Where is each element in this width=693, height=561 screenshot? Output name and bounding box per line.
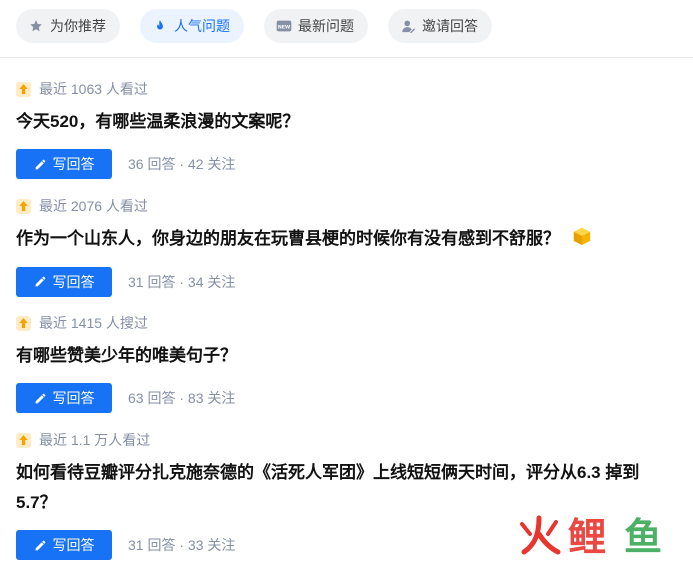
answer-follow-stats: 31 回答 · 34 关注	[128, 273, 236, 290]
question-meta: 最近 1063 人看过	[16, 79, 676, 99]
pencil-icon	[35, 540, 45, 550]
box-emoji-icon	[572, 225, 592, 255]
answer-follow-stats: 63 回答 · 83 关注	[128, 390, 236, 406]
tab-label: 人气问题	[174, 18, 230, 34]
view-count: 最近 1063 人看过	[39, 81, 148, 97]
tab-popular[interactable]: 人气问题	[140, 9, 244, 43]
write-answer-label: 写回答	[52, 273, 95, 290]
hot-arrow-icon	[16, 81, 31, 97]
write-answer-button[interactable]: 写回答	[16, 266, 112, 297]
write-answer-label: 写回答	[52, 156, 95, 172]
watermark-logo: 鲤 鱼	[516, 510, 681, 559]
question-meta: 最近 1415 人搜过	[16, 313, 676, 333]
new-icon: NEW	[276, 18, 292, 34]
question-actions: 写回答 63 回答 · 83 关注	[16, 383, 676, 413]
tab-latest[interactable]: NEW 最新问题	[264, 9, 368, 43]
answer-follow-stats: 31 回答 · 33 关注	[128, 537, 236, 553]
write-answer-button[interactable]: 写回答	[16, 383, 112, 413]
svg-text:NEW: NEW	[278, 24, 290, 30]
tab-recommended[interactable]: 为你推荐	[16, 9, 120, 43]
question-meta: 最近 2076 人看过	[16, 196, 676, 216]
tabs-divider	[0, 57, 693, 58]
write-answer-label: 写回答	[52, 537, 95, 553]
question-item: 最近 2076 人看过 作为一个山东人，你身边的朋友在玩曹县梗的时候你有没有感到…	[16, 196, 676, 297]
question-title[interactable]: 有哪些赞美少年的唯美句子？	[16, 341, 676, 371]
question-item: 最近 1063 人看过 今天520，有哪些温柔浪漫的文案呢？ 写回答 36 回答…	[16, 79, 676, 179]
pencil-icon	[35, 393, 45, 403]
question-item: 最近 1415 人搜过 有哪些赞美少年的唯美句子？ 写回答 63 回答 · 83…	[16, 313, 676, 413]
question-tabs: 为你推荐 人气问题 NEW 最新问题 邀请回答	[16, 9, 492, 43]
question-actions: 写回答 36 回答 · 42 关注	[16, 149, 676, 179]
question-title[interactable]: 作为一个山东人，你身边的朋友在玩曹县梗的时候你有没有感到不舒服？	[16, 229, 560, 248]
question-actions: 写回答 31 回答 · 34 关注	[16, 266, 676, 297]
pencil-icon	[35, 276, 45, 287]
write-answer-button[interactable]: 写回答	[16, 149, 112, 179]
question-title[interactable]: 如何看待豆瓣评分扎克施奈德的《活死人军团》上线短短俩天时间，评分从6.3 掉到5…	[16, 458, 656, 518]
question-meta: 最近 1.1 万人看过	[16, 430, 656, 450]
view-count: 最近 1.1 万人看过	[39, 432, 151, 448]
tab-label: 为你推荐	[50, 18, 106, 34]
question-title[interactable]: 今天520，有哪些温柔浪漫的文案呢？	[16, 107, 676, 137]
hot-arrow-icon	[16, 315, 31, 331]
hot-arrow-icon	[16, 198, 31, 214]
answer-follow-stats: 36 回答 · 42 关注	[128, 156, 236, 172]
hot-arrow-icon	[16, 432, 31, 448]
tab-label: 邀请回答	[422, 18, 478, 34]
write-answer-button[interactable]: 写回答	[16, 530, 112, 560]
tab-label: 最新问题	[298, 18, 354, 34]
question-title-row: 作为一个山东人，你身边的朋友在玩曹县梗的时候你有没有感到不舒服？	[16, 224, 676, 255]
tab-invite[interactable]: 邀请回答	[388, 9, 492, 43]
flame-icon	[152, 18, 168, 34]
invite-user-icon	[400, 18, 416, 34]
view-count: 最近 2076 人看过	[39, 198, 148, 214]
star-icon	[28, 18, 44, 34]
pencil-icon	[35, 159, 45, 169]
search-count: 最近 1415 人搜过	[39, 315, 148, 331]
svg-text:鲤: 鲤	[568, 515, 606, 556]
svg-text:鱼: 鱼	[624, 515, 662, 556]
write-answer-label: 写回答	[52, 390, 95, 406]
